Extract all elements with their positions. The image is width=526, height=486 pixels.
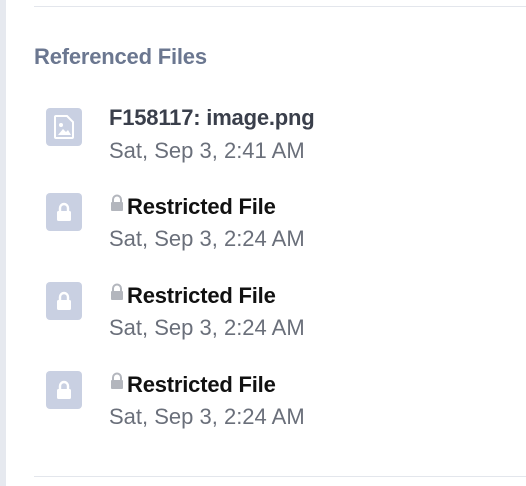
top-divider xyxy=(34,6,526,7)
file-date: Sat, Sep 3, 2:24 AM xyxy=(109,404,305,429)
file-name[interactable]: Restricted File xyxy=(127,194,276,220)
lock-file-icon xyxy=(46,193,82,231)
lock-icon xyxy=(109,283,125,306)
lock-file-icon xyxy=(46,371,82,409)
file-item-restricted[interactable]: Restricted File Sat, Sep 3, 2:24 AM xyxy=(46,371,516,460)
file-name[interactable]: Restricted File xyxy=(127,372,276,398)
bottom-divider xyxy=(34,476,526,477)
referenced-files-panel: Referenced Files F158117: image.png Sat,… xyxy=(0,0,526,486)
file-name[interactable]: F158117: image.png xyxy=(109,105,315,131)
file-item-restricted[interactable]: Restricted File Sat, Sep 3, 2:24 AM xyxy=(46,193,516,282)
file-item-restricted[interactable]: Restricted File Sat, Sep 3, 2:24 AM xyxy=(46,282,516,371)
file-date: Sat, Sep 3, 2:24 AM xyxy=(109,315,305,340)
lock-icon xyxy=(109,372,125,395)
lock-file-icon xyxy=(46,282,82,320)
left-border xyxy=(0,0,6,486)
file-item-image[interactable]: F158117: image.png Sat, Sep 3, 2:41 AM xyxy=(46,104,516,193)
file-name[interactable]: Restricted File xyxy=(127,283,276,309)
section-title: Referenced Files xyxy=(34,44,207,69)
file-list: F158117: image.png Sat, Sep 3, 2:41 AM R… xyxy=(46,104,516,460)
lock-icon xyxy=(109,194,125,217)
file-date: Sat, Sep 3, 2:24 AM xyxy=(109,226,305,251)
file-date: Sat, Sep 3, 2:41 AM xyxy=(109,138,305,163)
image-file-icon xyxy=(46,108,82,146)
